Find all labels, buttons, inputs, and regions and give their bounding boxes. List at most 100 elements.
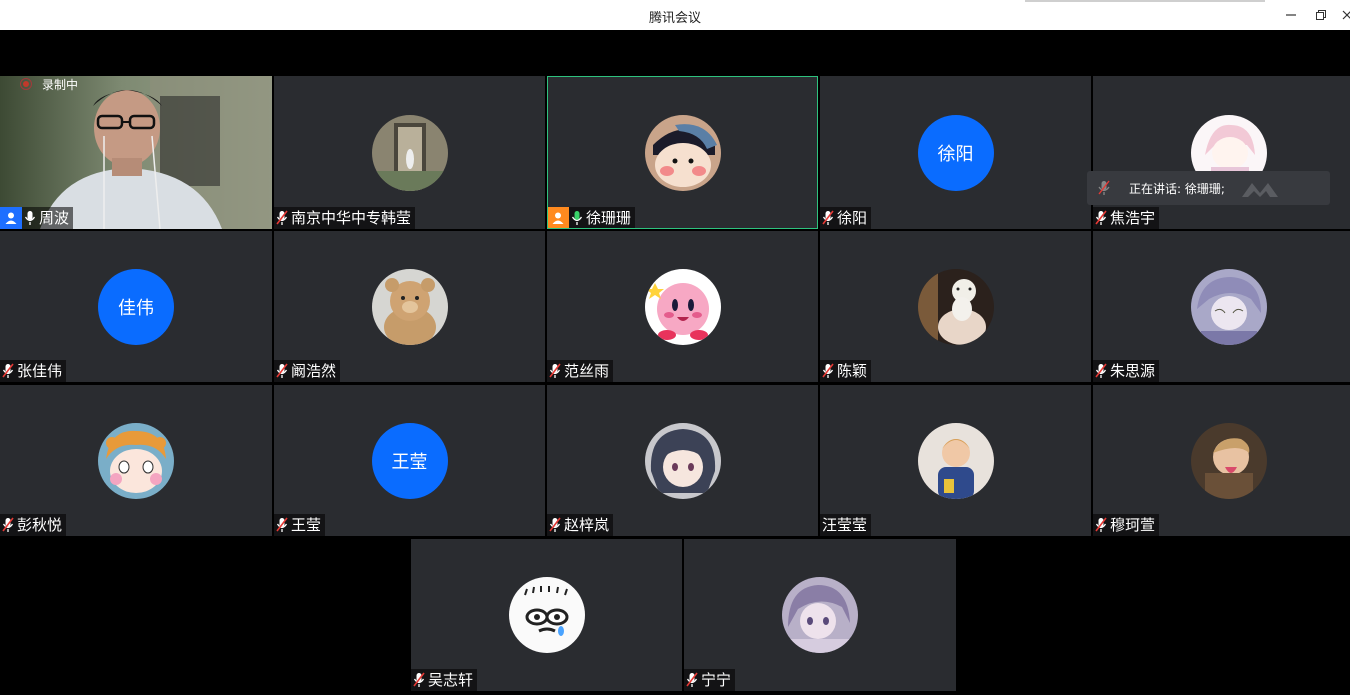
mic-muted-icon[interactable] — [0, 360, 16, 382]
participant-avatar-text: 王莹 — [371, 422, 448, 499]
participant-avatar-text: 佳伟 — [98, 268, 174, 345]
title-bar: 腾讯会议 — [0, 0, 1350, 30]
participant-namebar: 阚浩然 — [274, 360, 341, 382]
mic-muted-icon[interactable] — [274, 514, 290, 536]
participant-namebar: 赵梓岚 — [547, 514, 614, 536]
participant-namebar: 张佳伟 — [0, 360, 67, 382]
participant-tile[interactable]: 周波 — [0, 76, 272, 229]
participant-avatar — [98, 422, 174, 499]
participant-namebar: 宁宁 — [684, 669, 736, 691]
participant-avatar — [371, 268, 448, 345]
participant-namebar: 吴志轩 — [411, 669, 478, 691]
participant-namebar: 王莹 — [274, 514, 326, 536]
mic-muted-icon — [1098, 180, 1110, 195]
mic-speaking-icon[interactable] — [569, 207, 585, 228]
participant-avatar — [782, 577, 858, 653]
participant-namebar: 朱思源 — [1093, 360, 1160, 382]
participant-namebar: 徐阳 — [820, 207, 872, 229]
topbar-shadow — [1025, 0, 1265, 2]
participant-tile[interactable]: 宁宁 — [684, 539, 956, 691]
participant-namebar: 汪莹莹 — [820, 514, 872, 536]
minimize-icon — [1286, 14, 1296, 16]
host-badge — [548, 207, 569, 228]
mic-muted-icon[interactable] — [274, 360, 290, 382]
mic-muted-icon[interactable] — [684, 669, 700, 691]
participant-tile[interactable]: 吴志轩 — [411, 539, 682, 691]
participant-name: 吴志轩 — [428, 671, 474, 689]
participant-namebar: 彭秋悦 — [0, 514, 67, 536]
participant-avatar — [1191, 422, 1267, 499]
participant-name: 朱思源 — [1110, 362, 1156, 380]
speaking-indicator: 正在讲话: 徐珊珊; — [1087, 171, 1330, 205]
participant-name: 彭秋悦 — [17, 516, 63, 534]
participant-namebar: 范丝雨 — [547, 360, 614, 382]
participant-name: 徐珊珊 — [586, 209, 632, 227]
mic-on-icon[interactable] — [22, 207, 38, 229]
participant-tile[interactable]: 穆珂萱 — [1093, 385, 1350, 536]
cohost-badge — [0, 207, 22, 229]
participant-name: 焦浩宇 — [1110, 209, 1156, 227]
participant-tile[interactable]: 阚浩然 — [274, 231, 545, 382]
participant-namebar: 穆珂萱 — [1093, 514, 1160, 536]
participant-avatar-text: 徐阳 — [917, 114, 994, 191]
participant-tile[interactable]: 彭秋悦 — [0, 385, 272, 536]
mic-muted-icon[interactable] — [820, 207, 836, 229]
participant-namebar: 焦浩宇 — [1093, 207, 1160, 229]
participant-name: 范丝雨 — [564, 362, 610, 380]
participant-tile[interactable]: 南京中华中专韩莹 — [274, 76, 545, 229]
participant-tile[interactable]: 徐阳 徐阳 — [820, 76, 1091, 229]
participant-avatar — [644, 422, 721, 499]
participant-name: 赵梓岚 — [564, 516, 610, 534]
mic-muted-icon[interactable] — [274, 207, 290, 229]
participant-avatar — [644, 114, 721, 191]
loading-icon — [1242, 183, 1278, 197]
participant-avatar — [917, 422, 994, 499]
mic-muted-icon[interactable] — [411, 669, 427, 691]
mic-muted-icon[interactable] — [547, 514, 563, 536]
mic-muted-icon[interactable] — [547, 360, 563, 382]
recording-indicator: 录制中 — [20, 76, 78, 92]
participant-name: 穆珂萱 — [1110, 516, 1156, 534]
user-icon — [5, 212, 17, 224]
restore-icon — [1316, 10, 1326, 20]
recording-label: 录制中 — [42, 77, 79, 92]
close-button[interactable] — [1337, 5, 1350, 25]
restore-button[interactable] — [1311, 5, 1331, 25]
participant-tile[interactable]: 赵梓岚 — [547, 385, 818, 536]
participant-name: 南京中华中专韩莹 — [291, 209, 412, 227]
participant-tile[interactable]: 陈颖 — [820, 231, 1091, 382]
close-icon — [1342, 10, 1350, 20]
participant-tile[interactable]: 佳伟 张佳伟 — [0, 231, 272, 382]
participant-avatar — [644, 268, 721, 345]
minimize-button[interactable] — [1281, 5, 1301, 25]
mic-muted-icon[interactable] — [1093, 360, 1109, 382]
participant-name: 徐阳 — [837, 209, 868, 227]
mic-muted-icon[interactable] — [820, 360, 836, 382]
participant-name: 周波 — [39, 209, 70, 227]
participant-namebar: 陈颖 — [820, 360, 872, 382]
user-icon — [552, 212, 564, 224]
participant-name: 张佳伟 — [17, 362, 63, 380]
participant-name: 宁宁 — [701, 671, 732, 689]
mic-muted-icon[interactable] — [1093, 207, 1109, 229]
speaking-label: 正在讲话: 徐珊珊; — [1129, 181, 1225, 196]
participant-name: 王莹 — [291, 516, 322, 534]
participant-avatar — [1191, 268, 1267, 345]
participant-tile[interactable]: 范丝雨 — [547, 231, 818, 382]
participant-tile[interactable]: 王莹 王莹 — [274, 385, 545, 536]
participant-tile[interactable]: 焦浩宇 — [1093, 76, 1350, 229]
participant-tile[interactable]: 汪莹莹 — [820, 385, 1091, 536]
mic-muted-icon[interactable] — [0, 514, 16, 536]
mic-muted-icon[interactable] — [1093, 514, 1109, 536]
participant-name: 汪莹莹 — [822, 516, 868, 534]
participant-avatar — [371, 114, 448, 191]
participant-name: 陈颖 — [837, 362, 868, 380]
participant-tile[interactable]: 朱思源 — [1093, 231, 1350, 382]
participant-namebar: 徐珊珊 — [548, 207, 636, 228]
participant-avatar — [917, 268, 994, 345]
participant-tile-active-speaker[interactable]: 徐珊珊 — [547, 76, 818, 229]
participant-avatar — [508, 577, 585, 653]
record-icon — [20, 78, 32, 90]
participant-namebar: 南京中华中专韩莹 — [274, 207, 416, 229]
participant-namebar: 周波 — [0, 207, 74, 229]
